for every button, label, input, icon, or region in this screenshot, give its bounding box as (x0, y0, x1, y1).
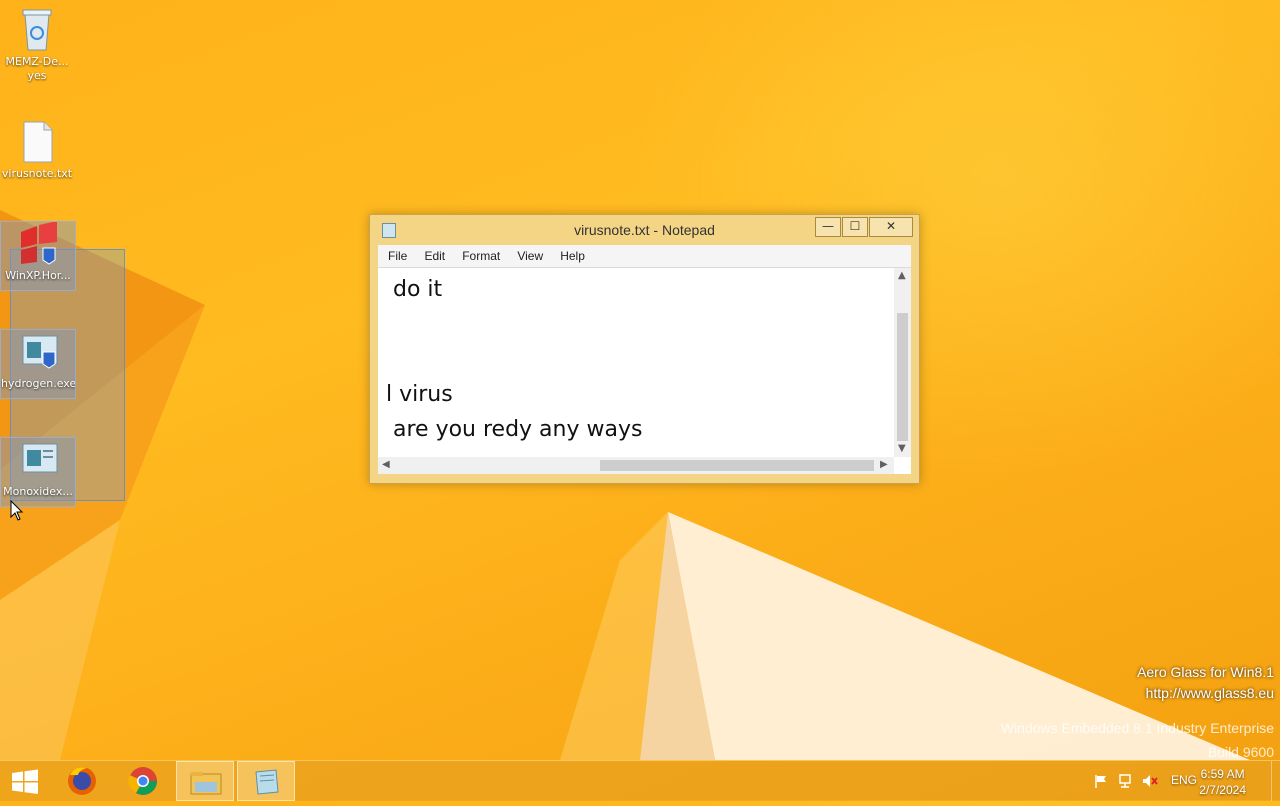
chrome-icon (128, 767, 157, 795)
winxp-shield-icon (21, 222, 57, 265)
vertical-scroll-thumb[interactable] (897, 313, 908, 441)
windows-build-watermark: Windows Embedded 8.1 Industry Enterprise… (1001, 716, 1274, 764)
editor-content[interactable]: do it l virus are you redy any ways (386, 272, 642, 447)
language-indicator[interactable]: ENG (1171, 773, 1197, 787)
start-button[interactable] (0, 761, 50, 801)
scroll-up-icon[interactable]: ▲ (898, 270, 906, 281)
desktop-icon-monoxide[interactable]: Monoxidex... (0, 437, 76, 507)
action-center-flag-icon[interactable] (1093, 773, 1109, 789)
vertical-scrollbar[interactable]: ▲ ▼ (894, 268, 911, 457)
text-file-icon (23, 121, 53, 163)
desktop-icon-winxp[interactable]: WinXP.Hor... (0, 221, 76, 291)
notepad-window[interactable]: virusnote.txt - Notepad — ☐ ✕ File Edit … (369, 214, 920, 484)
taskbar-file-explorer[interactable] (176, 761, 234, 801)
menu-file[interactable]: File (388, 245, 407, 263)
virusnote-label: virusnote.txt (1, 167, 73, 180)
winxp-label: WinXP.Hor... (5, 269, 71, 282)
volume-muted-icon[interactable] (1141, 773, 1159, 789)
taskbar-notepad[interactable] (237, 761, 295, 801)
menu-bar: File Edit Format View Help (378, 245, 911, 267)
desktop-icon-hydrogen[interactable]: hydrogen.exe (0, 329, 76, 399)
show-desktop-button[interactable] (1271, 761, 1280, 801)
watermark-line2: http://www.glass8.eu (1145, 685, 1274, 701)
clock-time: 6:59 AM (1200, 767, 1245, 781)
taskbar: ENG 6:59 AM 2/7/2024 (0, 760, 1280, 801)
recycle-bin-label2: yes (27, 69, 47, 82)
menu-edit[interactable]: Edit (424, 245, 445, 263)
desktop-icon-recycle-bin[interactable]: MEMZ-De... yes (0, 6, 74, 83)
watermark-line3: Windows Embedded 8.1 Industry Enterprise (1000, 720, 1274, 736)
menu-format[interactable]: Format (462, 245, 500, 263)
desktop-icon-virusnote[interactable]: virusnote.txt (0, 120, 74, 181)
taskbar-chrome[interactable] (114, 761, 172, 801)
taskbar-firefox[interactable] (53, 761, 111, 801)
clock[interactable]: 6:59 AM 2/7/2024 (1199, 766, 1246, 798)
scroll-right-icon[interactable]: ▶ (880, 459, 888, 470)
firefox-icon (68, 767, 96, 795)
clock-date: 2/7/2024 (1199, 783, 1246, 797)
watermark-line1: Aero Glass for Win8.1 (1137, 664, 1274, 680)
scroll-down-icon[interactable]: ▼ (898, 443, 906, 454)
horizontal-scroll-thumb[interactable] (600, 460, 874, 471)
notepad-titlebar[interactable]: virusnote.txt - Notepad — ☐ ✕ (370, 215, 919, 245)
recycle-bin-label: MEMZ-De... (5, 55, 69, 68)
hydrogen-exe-icon (22, 335, 58, 369)
menu-view[interactable]: View (517, 245, 543, 263)
aero-glass-watermark: Aero Glass for Win8.1 http://www.glass8.… (1137, 662, 1274, 704)
monoxide-exe-icon (22, 443, 58, 473)
hydrogen-label: hydrogen.exe (1, 377, 75, 390)
notepad-icon (255, 769, 279, 795)
text-editor[interactable]: do it l virus are you redy any ways ▲ ▼ … (378, 267, 911, 474)
horizontal-scrollbar[interactable]: ◀ ▶ (378, 457, 894, 474)
network-icon[interactable] (1117, 773, 1135, 789)
close-button[interactable]: ✕ (869, 217, 913, 237)
recycle-bin-icon (22, 9, 52, 51)
scroll-left-icon[interactable]: ◀ (382, 459, 390, 470)
menu-help[interactable]: Help (560, 245, 585, 263)
folder-icon (190, 772, 222, 795)
windows-logo-icon (12, 769, 38, 794)
monoxide-label: Monoxidex... (3, 485, 73, 498)
maximize-button[interactable]: ☐ (842, 217, 868, 237)
mouse-cursor-icon (10, 500, 24, 521)
minimize-button[interactable]: — (815, 217, 841, 237)
